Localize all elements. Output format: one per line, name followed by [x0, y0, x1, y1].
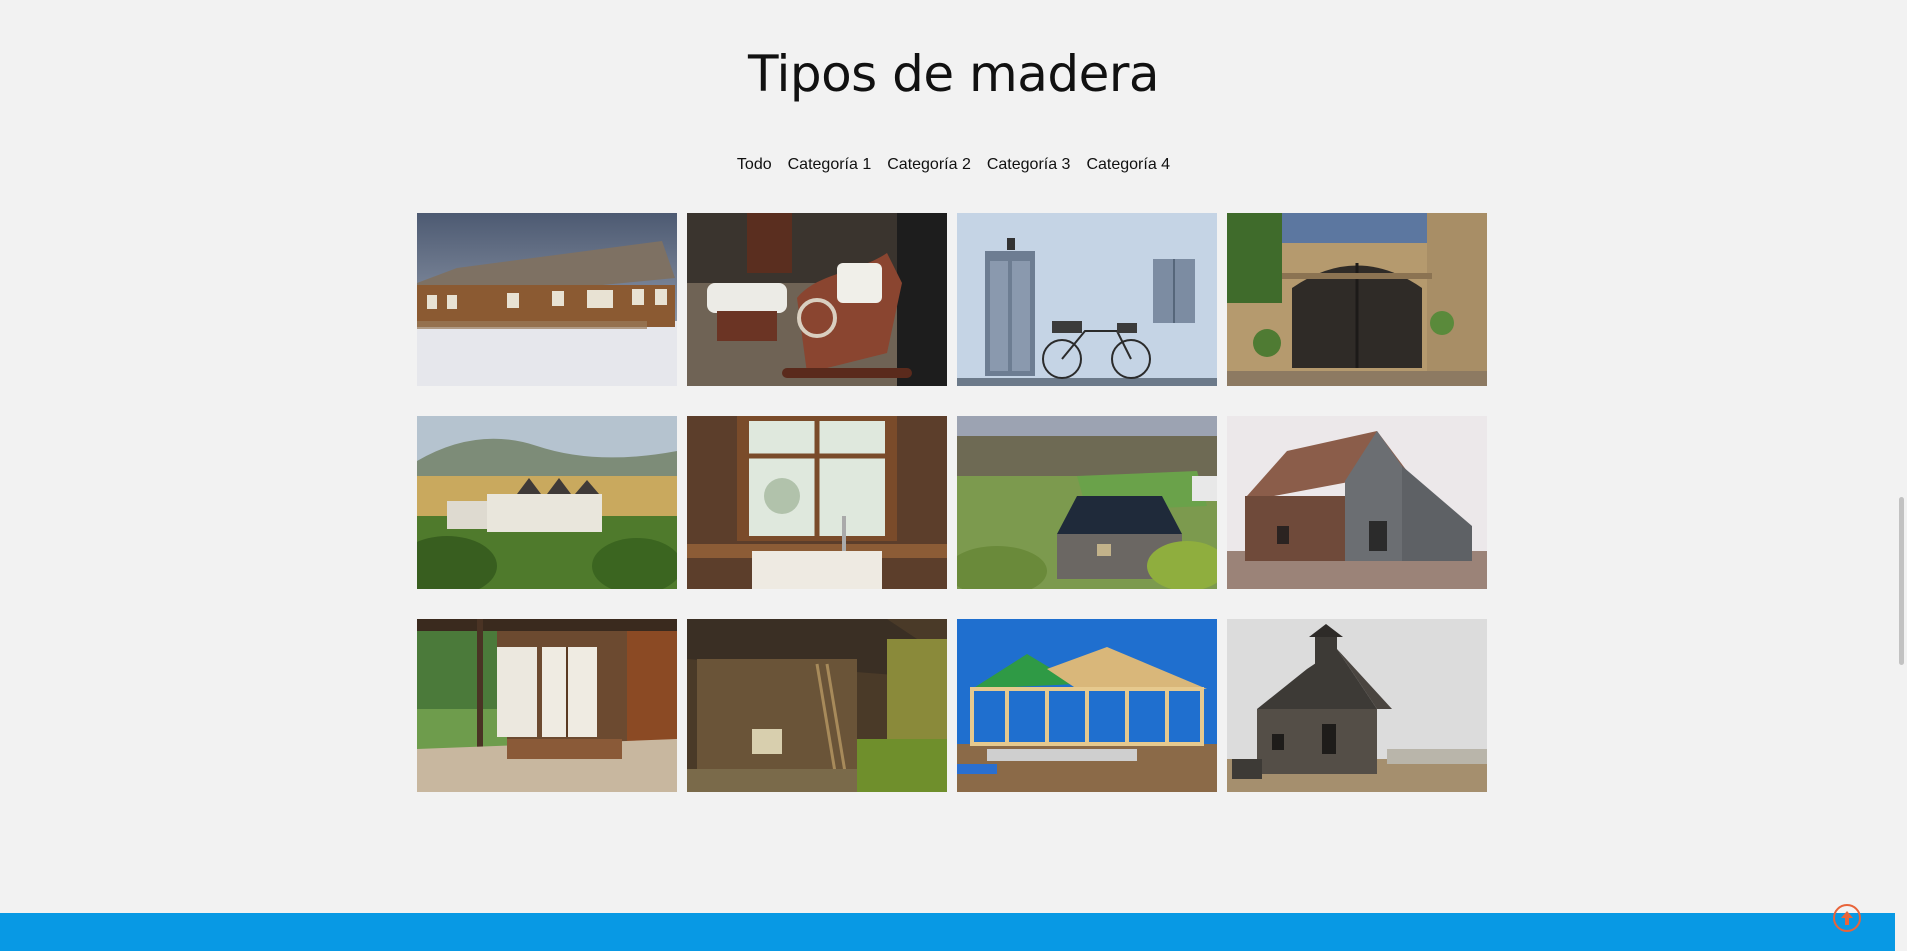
gallery-image-window-kitchen[interactable]	[687, 416, 947, 589]
scrollbar-thumb[interactable]	[1899, 497, 1904, 665]
gallery-image-abandoned-barn[interactable]	[1227, 619, 1487, 792]
gallery-image-log-house[interactable]	[417, 213, 677, 386]
gallery-image-house-construction[interactable]	[957, 619, 1217, 792]
gallery-image-door-bicycle[interactable]	[957, 213, 1217, 386]
page-title: Tipos de madera	[747, 45, 1160, 103]
gallery-image-stone-cottage[interactable]	[957, 416, 1217, 589]
gallery-image-japanese-house[interactable]	[417, 619, 677, 792]
gallery-image-country-house[interactable]	[417, 416, 677, 589]
gallery-image-old-barn[interactable]	[1227, 416, 1487, 589]
back-to-top-button[interactable]	[1833, 904, 1861, 932]
image-gallery	[417, 213, 1487, 792]
arrow-up-circle-icon	[1841, 911, 1853, 925]
gallery-image-arched-gate[interactable]	[1227, 213, 1487, 386]
page-scrollbar[interactable]	[1895, 0, 1907, 951]
filter-categoria-1[interactable]: Categoría 1	[787, 156, 873, 174]
gallery-image-rustic-cabin[interactable]	[687, 619, 947, 792]
category-filters: Todo Categoría 1 Categoría 2 Categoría 3…	[0, 156, 1907, 174]
filter-categoria-4[interactable]: Categoría 4	[1085, 156, 1171, 174]
filter-categoria-3[interactable]: Categoría 3	[986, 156, 1072, 174]
filter-categoria-2[interactable]: Categoría 2	[886, 156, 972, 174]
footer-bar	[0, 913, 1907, 951]
filter-todo[interactable]: Todo	[736, 156, 773, 174]
gallery-image-rocking-chair[interactable]	[687, 213, 947, 386]
